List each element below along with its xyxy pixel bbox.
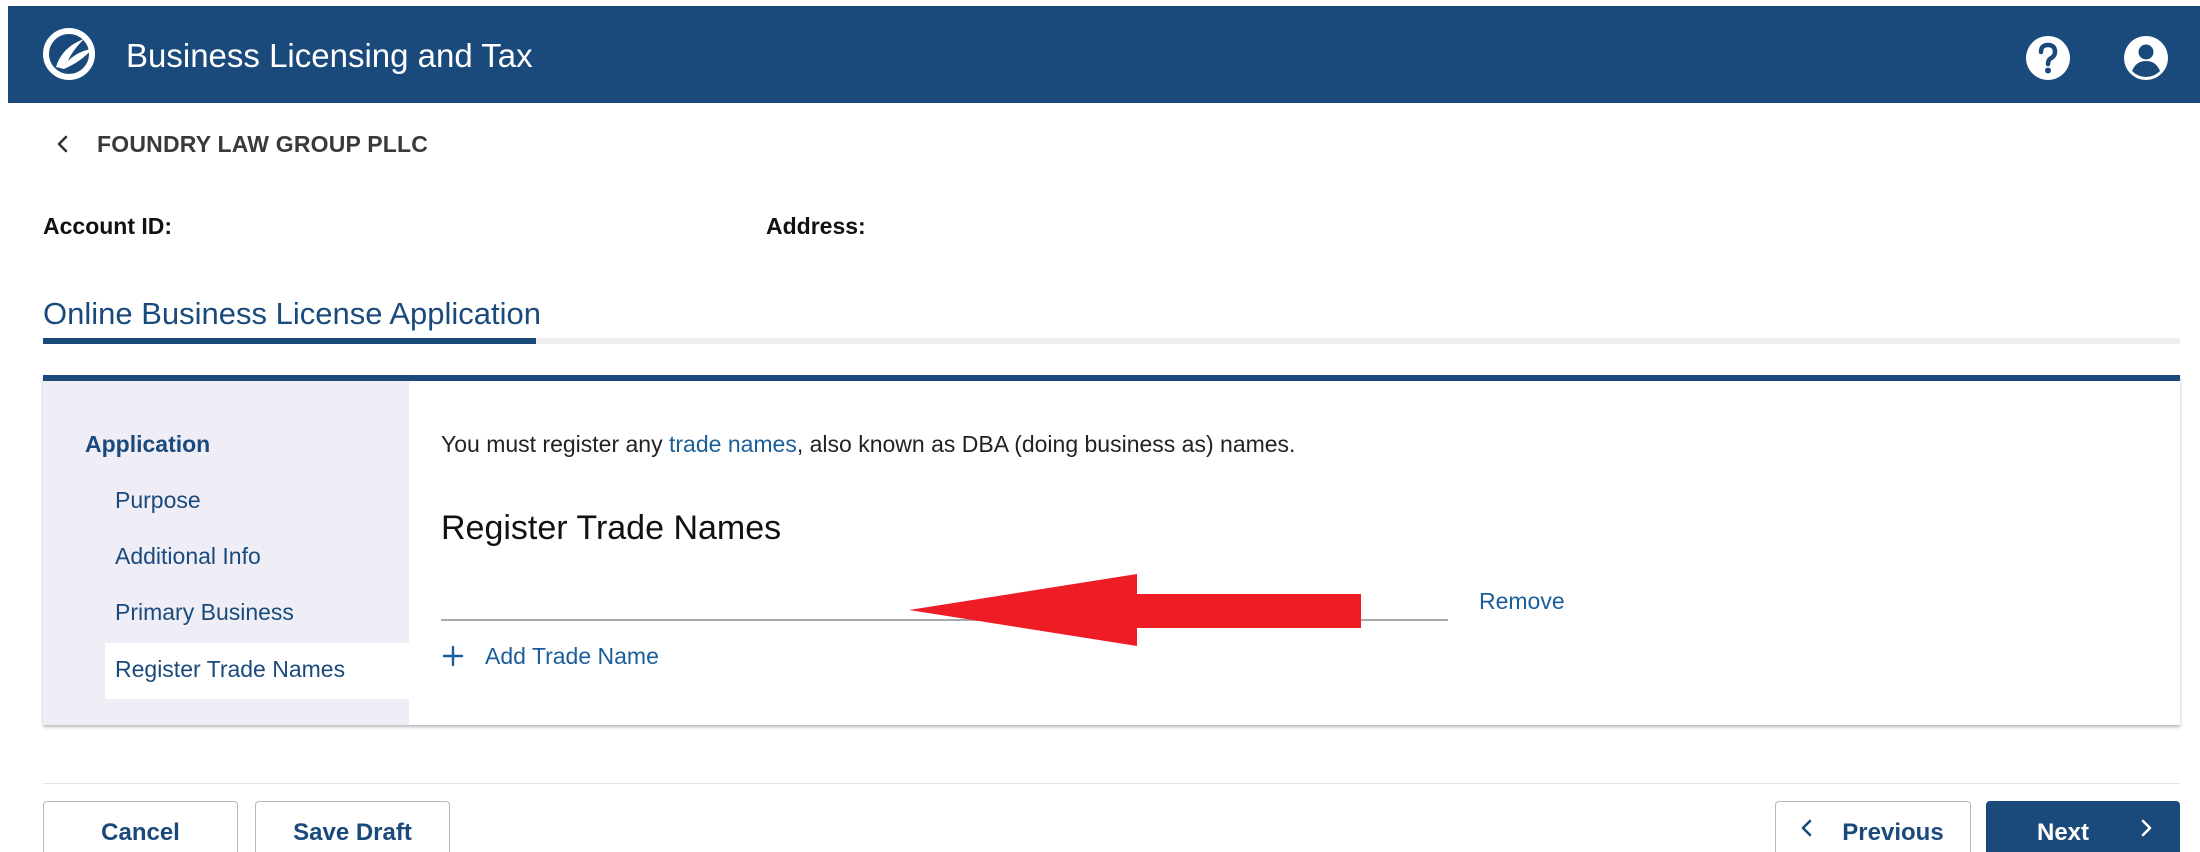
back-to-account-link[interactable]: FOUNDRY LAW GROUP PLLC	[52, 128, 428, 160]
add-trade-name-button[interactable]: Add Trade Name	[441, 639, 659, 673]
account-id-label: Account ID:	[43, 213, 173, 239]
previous-button-label: Previous	[1842, 819, 1944, 846]
nav-item-primary-business[interactable]: Primary Business	[115, 599, 294, 626]
tab-track	[536, 338, 2180, 344]
plus-icon	[442, 645, 464, 667]
chevron-right-icon	[2141, 819, 2152, 837]
brand-logo-icon	[43, 28, 95, 80]
save-draft-button-label: Save Draft	[293, 819, 412, 846]
nav-item-additional-info[interactable]: Additional Info	[115, 543, 261, 570]
previous-button[interactable]: Previous	[1775, 801, 1971, 852]
chevron-left-icon	[1801, 819, 1812, 837]
cancel-button[interactable]: Cancel	[43, 801, 238, 852]
nav-item-register-trade-names[interactable]: Register Trade Names	[105, 643, 409, 699]
nav-item-label: Register Trade Names	[115, 656, 346, 682]
next-button-label: Next	[2036, 819, 2090, 846]
top-app-bar: Business Licensing and Tax	[8, 6, 2200, 103]
trade-names-link[interactable]: trade names	[669, 431, 797, 457]
footer-divider	[43, 783, 2180, 784]
intro-text: You must register any trade names, also …	[441, 431, 1295, 458]
nav-item-purpose[interactable]: Purpose	[115, 487, 201, 514]
active-tab-indicator	[43, 338, 536, 344]
application-step-nav: Application Purpose Additional Info Prim…	[43, 381, 409, 725]
help-icon[interactable]	[2025, 35, 2071, 81]
section-title: Register Trade Names	[441, 509, 782, 547]
step-content: You must register any trade names, also …	[409, 381, 2180, 725]
intro-text-end: , also known as DBA (doing business as) …	[796, 431, 1296, 457]
address-label: Address:	[766, 213, 866, 239]
business-name: FOUNDRY LAW GROUP PLLC	[97, 130, 429, 157]
intro-text-start: You must register any	[441, 431, 669, 457]
nav-heading-application[interactable]: Application	[85, 431, 210, 458]
remove-trade-name-button[interactable]: Remove	[1479, 588, 1565, 615]
chevron-left-icon	[57, 135, 68, 153]
tab-online-business-license-application[interactable]: Online Business License Application	[43, 296, 541, 332]
red-arrow-annotation-icon	[909, 574, 1361, 646]
next-button[interactable]: Next	[1986, 801, 2180, 852]
cancel-button-label: Cancel	[101, 819, 180, 846]
application-card: Application Purpose Additional Info Prim…	[43, 375, 2180, 725]
add-trade-name-label: Add Trade Name	[485, 642, 659, 669]
account-icon[interactable]	[2123, 35, 2169, 81]
app-title: Business Licensing and Tax	[126, 37, 533, 74]
save-draft-button[interactable]: Save Draft	[255, 801, 450, 852]
